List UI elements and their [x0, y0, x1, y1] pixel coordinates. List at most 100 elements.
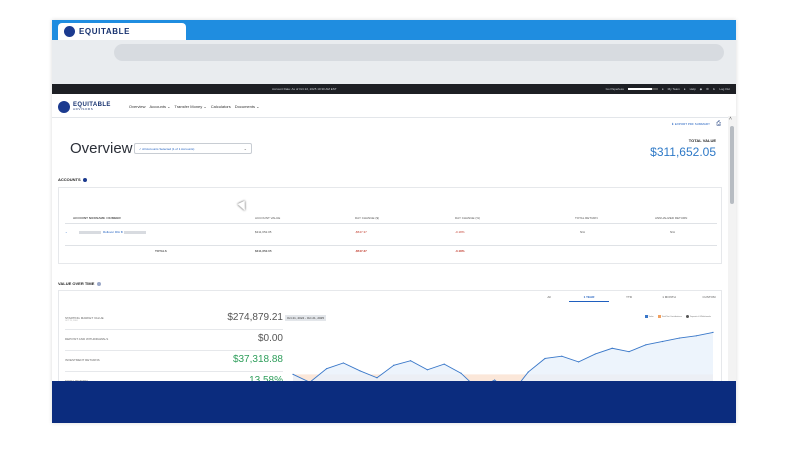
table-row[interactable]: ⌄ Rollover IRA ★ $311,652.05 -$547.37 -0… — [65, 230, 717, 239]
range-tab-1-year[interactable]: 1 YEAR — [569, 295, 609, 302]
col-nickname[interactable]: ACCOUNT NICKNAME / NUMBER — [73, 216, 121, 220]
col-day-change-pct[interactable]: DAY CHANGE (%) — [455, 216, 480, 220]
page-scrollbar[interactable]: ˄ ˅ — [728, 116, 736, 402]
data-point-value[interactable] — [376, 377, 378, 379]
data-point-value[interactable] — [578, 361, 580, 363]
browser-tab[interactable]: EQUITABLE — [58, 23, 186, 40]
scroll-up-icon[interactable]: ˄ — [729, 116, 732, 122]
nav-overview[interactable]: Overview — [129, 104, 146, 109]
legend-net-contrib[interactable]: Total Net Contributions — [657, 315, 682, 319]
help-link[interactable]: Help — [690, 87, 696, 91]
data-point-value[interactable] — [359, 370, 361, 372]
export-pdf-link[interactable]: ⬇ EXPORT PDF SUMMARY — [671, 122, 710, 126]
col-account-value[interactable]: ACCOUNT VALUE — [255, 216, 280, 220]
total-return: N/A — [580, 230, 586, 234]
tab-strip: EQUITABLE — [52, 20, 736, 40]
chevron-down-icon: ⌄ — [243, 146, 247, 151]
expand-chevron-icon[interactable]: ⌄ — [65, 230, 68, 234]
accounts-heading: ACCOUNTS — [58, 177, 87, 182]
address-bar[interactable] — [114, 44, 724, 61]
col-total-return[interactable]: TOTAL RETURN — [575, 216, 598, 220]
data-point-value[interactable] — [292, 373, 294, 375]
bell-icon[interactable]: ◆ — [700, 87, 702, 91]
data-point-value[interactable] — [544, 357, 546, 360]
equitable-brand-icon — [58, 100, 70, 113]
legend-swatch-deposits — [685, 315, 689, 318]
account-selector[interactable]: ✓ All Accounts Selected (1 of 1 Accounts… — [134, 143, 252, 154]
range-tabs: All 1 YEAR YTD 1 MONTH CUSTOM — [529, 295, 729, 302]
data-point-value[interactable] — [410, 360, 412, 362]
info-icon[interactable] — [82, 177, 87, 182]
gear-icon[interactable]: ⚙ — [706, 87, 709, 91]
print-icon[interactable]: ⎙ — [716, 121, 721, 128]
metric-label: INVESTMENT RETURNS — [65, 358, 100, 362]
accounts-table: ACCOUNT NICKNAME / NUMBER ACCOUNT VALUE … — [58, 187, 722, 264]
range-tab-all[interactable]: All — [529, 295, 569, 302]
legend-value[interactable]: Value — [644, 315, 654, 318]
day-change: -$547.37 — [355, 230, 367, 234]
nav-transfer-money[interactable]: Transfer Money ⌄ — [174, 104, 206, 109]
help-icon: ● — [683, 87, 686, 91]
brand-sub: ADVISORS — [73, 107, 94, 111]
data-point-value[interactable] — [342, 362, 344, 364]
nav-documents[interactable]: Documents ⌄ — [235, 104, 260, 109]
totals-row: TOTALS $311,652.05 -$547.37 -0.18% — [65, 245, 717, 254]
totals-label: TOTALS — [155, 249, 167, 253]
metric-deposits: DEPOSIT AND WITHDRAWALS $0.00 — [65, 330, 283, 351]
data-point-value[interactable] — [662, 340, 664, 343]
legend-swatch-net — [657, 315, 661, 318]
col-day-change[interactable]: DAY CHANGE ($) — [355, 216, 379, 220]
data-point-value[interactable] — [628, 351, 630, 353]
value-over-time-heading: VALUE OVER TIME — [58, 281, 101, 286]
legend-net-label: Total Net Contributions — [661, 316, 682, 319]
page-title: Overview — [70, 140, 133, 157]
brand[interactable]: EQUITABLE ADVISORS — [73, 102, 111, 111]
metric-value: $274,879.21 — [227, 312, 283, 323]
my-team-link[interactable]: My Team — [668, 87, 680, 91]
nav-calculators[interactable]: Calculators — [211, 104, 231, 109]
data-point-value[interactable] — [678, 337, 680, 339]
data-point-value[interactable] — [443, 363, 445, 365]
range-tab-ytd[interactable]: YTD — [609, 295, 649, 302]
account-name[interactable]: Rollover IRA ★ — [79, 230, 148, 234]
data-point-value[interactable] — [645, 344, 647, 346]
account-selector-value: ✓ All Accounts Selected (1 of 1 Accounts… — [139, 147, 195, 151]
data-point-value[interactable] — [712, 331, 714, 333]
account-value: $311,652.05 — [255, 230, 272, 234]
total-value: $311,652.05 — [650, 145, 716, 159]
vot-title: VALUE OVER TIME — [58, 281, 95, 286]
legend-deposits-label: Deposits & Withdrawals — [689, 316, 711, 319]
data-point-value[interactable] — [393, 364, 395, 366]
tab-title: EQUITABLE — [79, 27, 131, 36]
col-annualized-return[interactable]: ANNUALIZED RETURN — [655, 216, 687, 220]
data-point-value[interactable] — [611, 347, 613, 349]
range-tab-1-month[interactable]: 1 MONTH — [649, 295, 689, 302]
accounts-title: ACCOUNTS — [58, 177, 81, 182]
legend-swatch-value — [644, 315, 648, 318]
logout-link[interactable]: Log Out — [719, 87, 730, 91]
metric-value: $0.00 — [257, 333, 283, 344]
vot-info-icon[interactable] — [96, 281, 101, 286]
data-point-value[interactable] — [426, 369, 428, 371]
data-point-value[interactable] — [594, 353, 596, 355]
utility-links: Go Paperless ● My Team ● Help ◆ ⚙ ➤ Log … — [606, 87, 730, 91]
day-change-pct: -0.18% — [455, 230, 465, 234]
data-point-value[interactable] — [695, 335, 697, 337]
accounts-table-header: ACCOUNT NICKNAME / NUMBER ACCOUNT VALUE … — [65, 216, 717, 224]
chart-legend: Value Total Net Contributions Deposits &… — [644, 315, 711, 319]
data-point-value[interactable] — [527, 371, 529, 373]
data-point-value[interactable] — [460, 372, 462, 374]
nav-accounts[interactable]: Accounts ⌄ — [150, 104, 171, 109]
browser-window: EQUITABLE Account Date: As of Oct 22, 20… — [52, 20, 736, 423]
legend-deposits[interactable]: Deposits & Withdrawals — [685, 315, 711, 319]
go-paperless-link[interactable]: Go Paperless — [606, 87, 624, 91]
top-utility-bar: Account Date: As of Oct 22, 2025 10:30 A… — [52, 84, 736, 94]
annualized-return: N/A — [670, 230, 676, 234]
range-tab-custom[interactable]: CUSTOM — [689, 295, 729, 302]
equitable-logo-icon — [64, 26, 75, 37]
scroll-thumb[interactable] — [730, 126, 734, 204]
totals-day-change-pct: -0.18% — [455, 249, 465, 253]
data-point-value[interactable] — [561, 355, 563, 357]
data-point-value[interactable] — [326, 368, 328, 370]
team-icon: ● — [661, 87, 664, 91]
